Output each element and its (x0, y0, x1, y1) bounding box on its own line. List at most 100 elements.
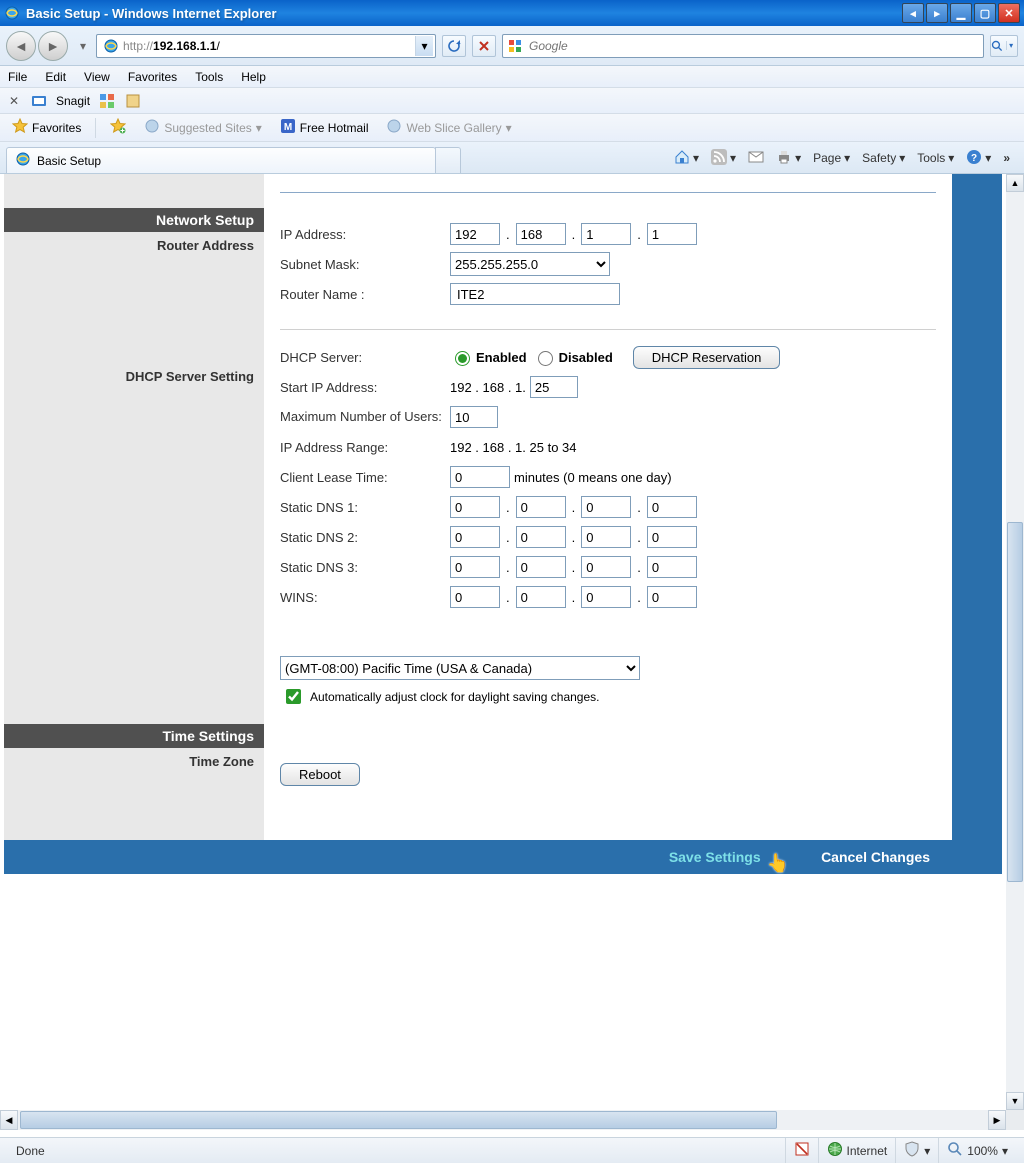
subnet-select[interactable]: 255.255.255.0 (450, 252, 610, 276)
dns3-octet-2[interactable] (516, 556, 566, 578)
dns1-octet-2[interactable] (516, 496, 566, 518)
window-snapleft-button[interactable]: ◂ (902, 3, 924, 23)
page-favicon (103, 38, 119, 54)
search-box[interactable] (502, 34, 984, 58)
dns2-octet-2[interactable] (516, 526, 566, 548)
shield-icon (904, 1141, 920, 1160)
print-button[interactable]: ▾ (772, 147, 805, 169)
safety-menu[interactable]: Safety▾ (858, 147, 909, 169)
protected-mode-menu[interactable]: ▾ (895, 1138, 938, 1163)
tools-menu[interactable]: Tools▾ (913, 147, 958, 169)
search-input[interactable] (527, 38, 979, 54)
router-name-input[interactable] (450, 283, 620, 305)
dst-checkbox[interactable] (286, 689, 301, 704)
help-button[interactable]: ? ▾ (962, 147, 995, 169)
dns1-octet-4[interactable] (647, 496, 697, 518)
new-tab-button[interactable] (435, 147, 461, 173)
menu-help[interactable]: Help (241, 70, 266, 84)
add-favorite-button[interactable] (104, 116, 132, 139)
refresh-button[interactable] (442, 35, 466, 57)
ip-octet-4[interactable] (647, 223, 697, 245)
search-button[interactable]: ▾ (990, 35, 1018, 57)
home-button[interactable]: ▾ (670, 147, 703, 169)
dns3-octet-3[interactable] (581, 556, 631, 578)
suggested-sites-link[interactable]: Suggested Sites ▾ (138, 116, 267, 139)
suggested-sites-label: Suggested Sites (164, 121, 251, 135)
wins-octet-2[interactable] (516, 586, 566, 608)
menu-view[interactable]: View (84, 70, 110, 84)
scroll-left-button[interactable]: ◀ (0, 1110, 18, 1130)
security-zone[interactable]: Internet (818, 1138, 896, 1163)
nav-back-button[interactable]: ◄ (6, 31, 36, 61)
menu-edit[interactable]: Edit (45, 70, 66, 84)
router-content: IP Address: . . . Subnet Mask: (264, 174, 952, 874)
save-settings-button[interactable]: Save Settings (669, 849, 761, 865)
address-bar[interactable]: http:// 192.168.1.1 / ▾ (96, 34, 436, 58)
scroll-up-button[interactable]: ▲ (1006, 174, 1024, 192)
scroll-right-button[interactable]: ▶ (988, 1110, 1006, 1130)
window-maximize-button[interactable]: ▢ (974, 3, 996, 23)
router-sidebar: Network Setup Router Address DHCP Server… (4, 174, 264, 874)
feeds-button[interactable]: ▾ (707, 147, 740, 169)
dns2-octet-3[interactable] (581, 526, 631, 548)
snagit-capture-icon[interactable] (98, 92, 116, 110)
url-protocol: http:// (123, 39, 153, 53)
dhcp-enabled-radio[interactable]: Enabled (450, 348, 527, 366)
label-max-users: Maximum Number of Users: (280, 409, 450, 425)
stop-button[interactable] (472, 35, 496, 57)
dns1-octet-3[interactable] (581, 496, 631, 518)
nav-forward-button[interactable]: ► (38, 31, 68, 61)
window-snapright-button[interactable]: ▸ (926, 3, 948, 23)
lease-time-input[interactable] (450, 466, 510, 488)
snagit-close-button[interactable]: ✕ (6, 93, 22, 109)
dns3-octet-4[interactable] (647, 556, 697, 578)
horizontal-scrollbar[interactable]: ◀ ▶ (0, 1110, 1006, 1130)
wins-octet-4[interactable] (647, 586, 697, 608)
nav-toolbar: ◄ ► ▾ http:// 192.168.1.1 / ▾ ▾ (0, 26, 1024, 66)
command-overflow[interactable]: » (999, 151, 1014, 165)
horizontal-scroll-thumb[interactable] (20, 1111, 777, 1129)
ip-octet-2[interactable] (516, 223, 566, 245)
page-menu[interactable]: Page▾ (809, 147, 854, 169)
label-dhcp-server: DHCP Server: (280, 350, 450, 365)
address-history-dropdown[interactable]: ▾ (415, 36, 433, 56)
dhcp-reservation-button[interactable]: DHCP Reservation (633, 346, 781, 369)
scroll-down-button[interactable]: ▼ (1006, 1092, 1024, 1110)
ip-octet-3[interactable] (581, 223, 631, 245)
cancel-changes-button[interactable]: Cancel Changes (821, 849, 930, 865)
snagit-label[interactable]: Snagit (56, 94, 90, 108)
svg-text:?: ? (971, 153, 977, 164)
max-users-input[interactable] (450, 406, 498, 428)
nav-history-dropdown[interactable]: ▾ (76, 32, 90, 60)
dns3-octet-1[interactable] (450, 556, 500, 578)
readmail-button[interactable] (744, 147, 768, 169)
hotmail-link[interactable]: M Free Hotmail (274, 116, 375, 139)
menu-tools[interactable]: Tools (195, 70, 223, 84)
vertical-scrollbar[interactable]: ▲ ▼ (1006, 174, 1024, 1110)
tab-basic-setup[interactable]: Basic Setup (6, 147, 436, 173)
menu-favorites[interactable]: Favorites (128, 70, 177, 84)
wins-octet-3[interactable] (581, 586, 631, 608)
dhcp-disabled-radio[interactable]: Disabled (533, 348, 613, 366)
favorites-button[interactable]: Favorites (6, 116, 87, 139)
ip-octet-1[interactable] (450, 223, 500, 245)
reboot-button[interactable]: Reboot (280, 763, 360, 786)
start-ip-input[interactable] (530, 376, 578, 398)
webslice-link[interactable]: Web Slice Gallery ▾ (380, 116, 517, 139)
timezone-select[interactable]: (GMT-08:00) Pacific Time (USA & Canada) (280, 656, 640, 680)
menu-file[interactable]: File (8, 70, 27, 84)
dns2-octet-4[interactable] (647, 526, 697, 548)
label-wins: WINS: (280, 590, 450, 605)
search-provider-dropdown[interactable]: ▾ (1006, 41, 1017, 50)
dns2-octet-1[interactable] (450, 526, 500, 548)
star-plus-icon (110, 118, 126, 137)
snagit-editor-icon[interactable] (124, 92, 142, 110)
zoom-value: 100% (967, 1144, 998, 1158)
window-minimize-button[interactable]: ▁ (950, 3, 972, 23)
hotmail-label: Free Hotmail (300, 121, 369, 135)
dns1-octet-1[interactable] (450, 496, 500, 518)
vertical-scroll-thumb[interactable] (1007, 522, 1023, 882)
window-close-button[interactable]: ✕ (998, 3, 1020, 23)
wins-octet-1[interactable] (450, 586, 500, 608)
zoom-control[interactable]: 100% ▾ (938, 1138, 1016, 1163)
